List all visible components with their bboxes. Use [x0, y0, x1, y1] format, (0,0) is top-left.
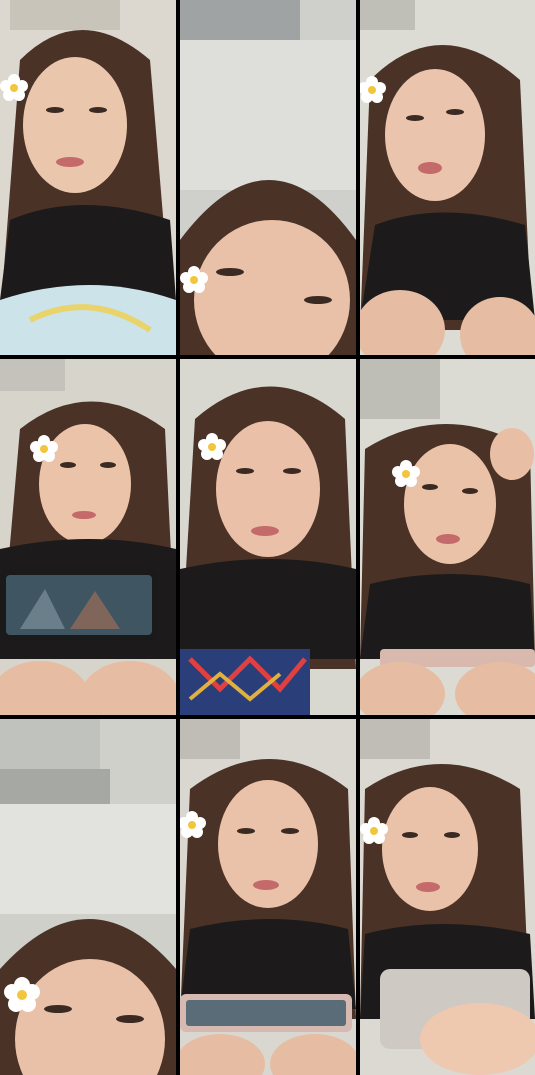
video-tile-8[interactable]: [180, 719, 356, 1075]
video-tile-2[interactable]: [180, 0, 356, 355]
video-tile-4[interactable]: [0, 359, 176, 715]
photo-4: [0, 359, 176, 715]
photo-7: [0, 719, 176, 1075]
photo-5: [180, 359, 356, 715]
video-tile-5[interactable]: [180, 359, 356, 715]
photo-9: [360, 719, 535, 1075]
photo-3: [360, 0, 535, 355]
video-tile-9[interactable]: [360, 719, 535, 1075]
photo-2: [180, 0, 356, 355]
video-tile-7[interactable]: [0, 719, 176, 1075]
video-tile-1[interactable]: [0, 0, 176, 355]
photo-6: [360, 359, 535, 715]
video-grid: [0, 0, 535, 1075]
video-tile-6[interactable]: [360, 359, 535, 715]
photo-1: [0, 0, 176, 355]
video-tile-3[interactable]: [360, 0, 535, 355]
photo-8: [180, 719, 356, 1075]
